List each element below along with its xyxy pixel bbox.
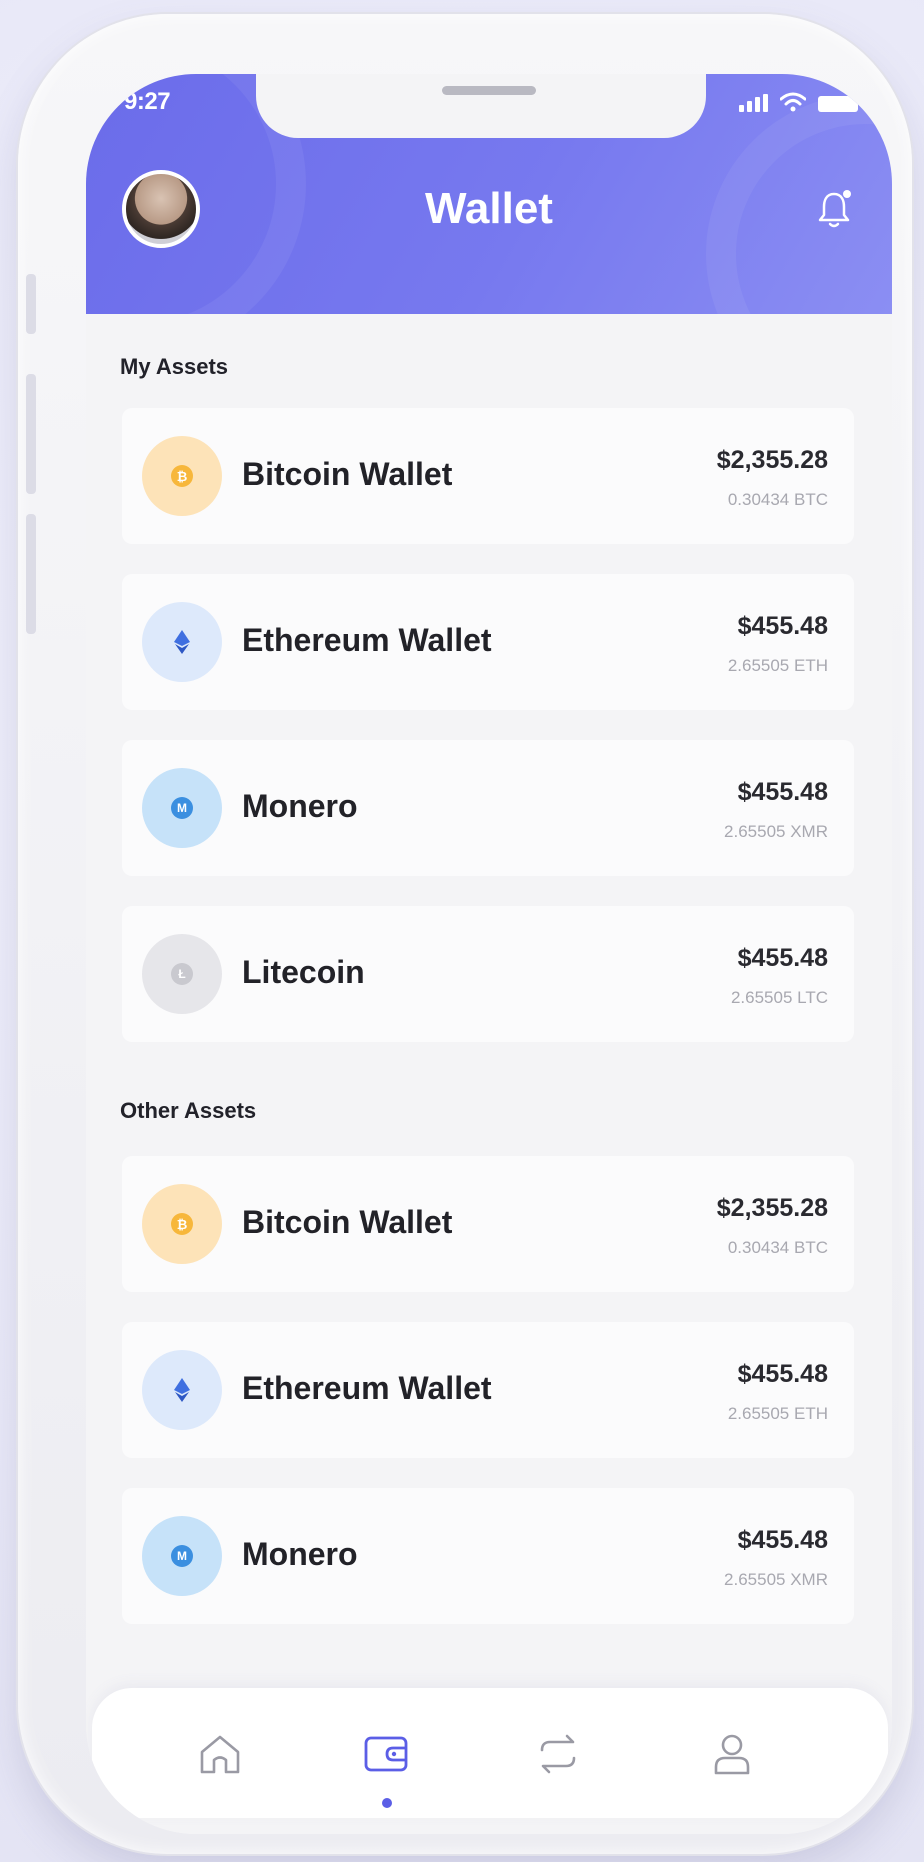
page-title: Wallet	[425, 184, 553, 233]
asset-name: Ethereum Wallet	[242, 622, 492, 658]
swap-icon	[540, 1734, 576, 1774]
asset-usd-value: $455.48	[737, 1360, 828, 1388]
asset-usd-value: $455.48	[737, 944, 828, 972]
bottom-nav	[92, 1688, 888, 1818]
signal-icon	[739, 94, 768, 112]
asset-usd-value: $455.48	[737, 612, 828, 640]
asset-crypto-amount: 2.65505 ETH	[727, 656, 828, 675]
background: 9:27 Wallet My Assets ₿ Bitcoin Wallet $…	[0, 0, 924, 1862]
asset-card[interactable]: M Monero $455.48 2.65505 XMR	[122, 740, 854, 876]
asset-crypto-amount: 0.30434 BTC	[727, 490, 828, 509]
nav-exchange[interactable]	[530, 1726, 586, 1782]
asset-crypto-amount: 2.65505 ETH	[727, 1404, 828, 1423]
asset-crypto-amount: 2.65505 XMR	[724, 1570, 828, 1589]
asset-card[interactable]: Ethereum Wallet $455.48 2.65505 ETH	[122, 574, 854, 710]
litecoin-icon: Ł	[142, 934, 222, 1014]
monero-icon: M	[142, 768, 222, 848]
status-icons	[739, 92, 858, 112]
asset-name: Ethereum Wallet	[242, 1370, 492, 1406]
section-title-other-assets: Other Assets	[120, 1098, 257, 1123]
wifi-icon	[780, 92, 806, 112]
wallet-icon	[364, 1736, 408, 1772]
asset-name: Bitcoin Wallet	[242, 456, 453, 492]
assets-content: My Assets ₿ Bitcoin Wallet $2,355.28 0.3…	[86, 314, 892, 1834]
asset-card[interactable]: Ethereum Wallet $455.48 2.65505 ETH	[122, 1322, 854, 1458]
asset-name: Bitcoin Wallet	[242, 1204, 453, 1240]
home-icon	[200, 1735, 240, 1774]
asset-name: Monero	[242, 788, 358, 824]
ethereum-icon	[142, 602, 222, 682]
side-button	[26, 274, 36, 334]
section-title-my-assets: My Assets	[120, 354, 229, 379]
bitcoin-icon: ₿	[142, 436, 222, 516]
status-time: 9:27	[124, 88, 171, 115]
active-nav-indicator	[382, 1798, 392, 1808]
asset-card[interactable]: ₿ Bitcoin Wallet $2,355.28 0.30434 BTC	[122, 1156, 854, 1292]
battery-icon	[818, 96, 858, 112]
notification-bell-icon[interactable]	[814, 188, 854, 232]
speaker-grille	[442, 86, 536, 95]
asset-card[interactable]: Ł Litecoin $455.48 2.65505 LTC	[122, 906, 854, 1042]
nav-profile[interactable]	[704, 1726, 760, 1782]
asset-usd-value: $2,355.28	[716, 1194, 828, 1222]
asset-crypto-amount: 0.30434 BTC	[727, 1238, 828, 1257]
asset-card[interactable]: ₿ Bitcoin Wallet $2,355.28 0.30434 BTC	[122, 408, 854, 544]
asset-usd-value: $455.48	[737, 778, 828, 806]
asset-usd-value: $2,355.28	[716, 446, 828, 474]
asset-name: Monero	[242, 1536, 358, 1572]
ethereum-icon	[142, 1350, 222, 1430]
side-button	[26, 374, 36, 494]
side-button	[26, 514, 36, 634]
phone-frame: 9:27 Wallet My Assets ₿ Bitcoin Wallet $…	[18, 14, 912, 1854]
bitcoin-icon: ₿	[142, 1184, 222, 1264]
asset-name: Litecoin	[242, 954, 365, 990]
monero-icon: M	[142, 1516, 222, 1596]
phone-notch	[256, 74, 706, 138]
asset-crypto-amount: 2.65505 LTC	[730, 988, 828, 1007]
phone-screen: 9:27 Wallet My Assets ₿ Bitcoin Wallet $…	[86, 74, 892, 1834]
nav-home[interactable]	[192, 1726, 248, 1782]
wallet-header: 9:27 Wallet	[86, 74, 892, 314]
profile-icon	[714, 1734, 750, 1775]
asset-usd-value: $455.48	[737, 1526, 828, 1554]
nav-wallet[interactable]	[358, 1726, 414, 1782]
asset-crypto-amount: 2.65505 XMR	[724, 822, 828, 841]
asset-card[interactable]: M Monero $455.48 2.65505 XMR	[122, 1488, 854, 1624]
